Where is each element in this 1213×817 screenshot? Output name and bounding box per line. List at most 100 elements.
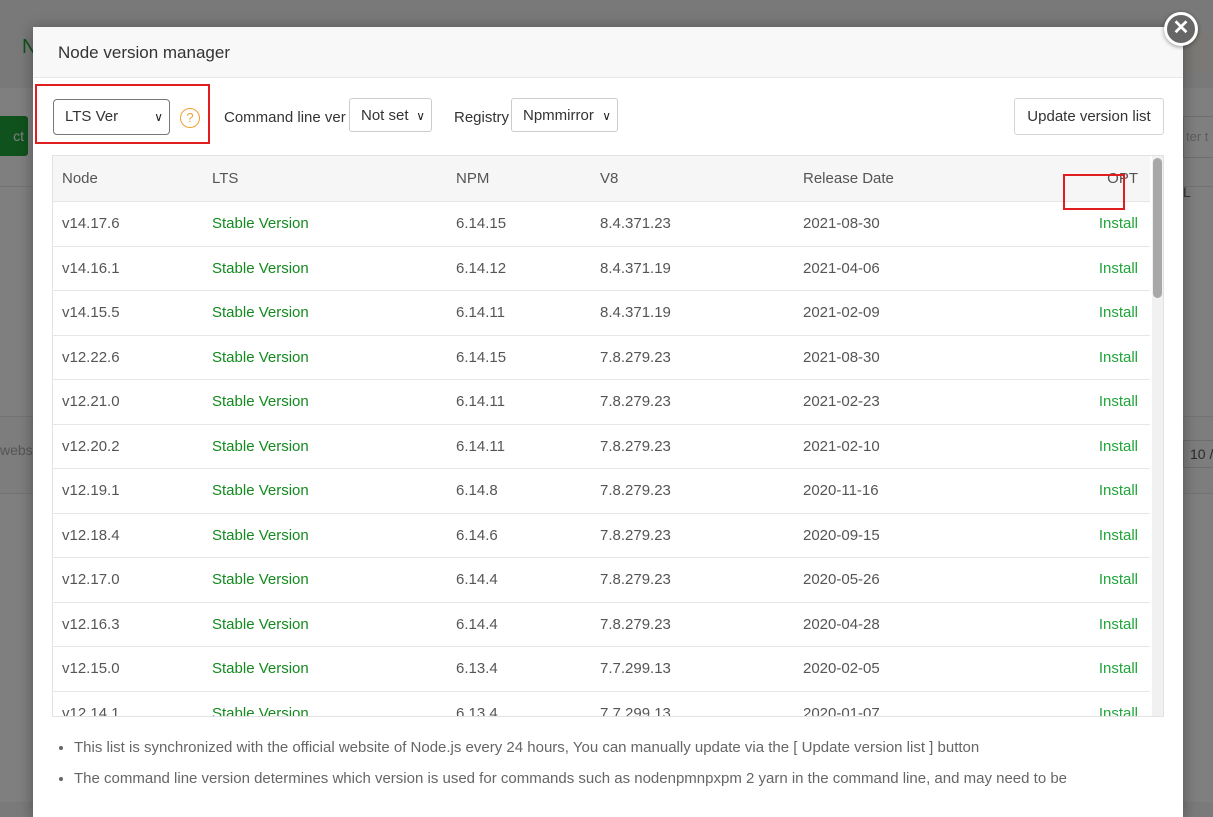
cell-node: v14.15.5 xyxy=(53,290,211,336)
cell-lts: Stable Version xyxy=(211,335,455,380)
cell-lts: Stable Version xyxy=(211,646,455,692)
node-version-manager-dialog: Node version manager LTS Ver ∨ ? Command… xyxy=(33,27,1183,817)
cell-v8: 7.8.279.23 xyxy=(599,513,802,558)
cell-lts: Stable Version xyxy=(211,379,455,425)
cell-npm: 6.14.4 xyxy=(455,602,599,647)
cell-lts: Stable Version xyxy=(211,602,455,647)
version-table: Node LTS NPM V8 Release Date OPT v14.17.… xyxy=(53,156,1150,716)
column-header-release-date: Release Date xyxy=(802,156,1094,202)
notes-list: This list is synchronized with the offic… xyxy=(58,739,1184,801)
cell-node: v12.15.0 xyxy=(53,646,211,692)
cell-node: v14.17.6 xyxy=(53,201,211,247)
cell-v8: 7.7.299.13 xyxy=(599,691,802,716)
column-header-lts: LTS xyxy=(211,156,455,202)
table-row: v14.15.5 Stable Version 6.14.11 8.4.371.19 2… xyxy=(53,290,1150,336)
help-icon[interactable]: ? xyxy=(180,108,200,128)
cell-v8: 7.8.279.23 xyxy=(599,557,802,603)
cell-date: 2020-11-16 xyxy=(802,468,1094,514)
install-link[interactable]: Install xyxy=(1094,379,1150,425)
note-item: This list is synchronized with the offic… xyxy=(74,739,1184,757)
install-link[interactable]: Install xyxy=(1094,424,1150,469)
table-row: v14.16.1 Stable Version 6.14.12 8.4.371.19 2… xyxy=(53,246,1150,291)
version-filter-select[interactable]: LTS Ver ∨ xyxy=(53,99,170,135)
cell-lts: Stable Version xyxy=(211,468,455,514)
cell-v8: 7.8.279.23 xyxy=(599,335,802,380)
table-row: v12.21.0 Stable Version 6.14.11 7.8.279.23 2… xyxy=(53,379,1150,425)
column-header-v8: V8 xyxy=(599,156,802,202)
cell-npm: 6.14.6 xyxy=(455,513,599,558)
table-row: v12.15.0 Stable Version 6.13.4 7.7.299.13 20… xyxy=(53,646,1150,692)
command-line-select[interactable]: Not set ∨ xyxy=(349,98,432,132)
install-link[interactable]: Install xyxy=(1094,646,1150,692)
install-link[interactable]: Install xyxy=(1094,557,1150,603)
cell-node: v14.16.1 xyxy=(53,246,211,291)
cell-date: 2021-02-09 xyxy=(802,290,1094,336)
cell-v8: 8.4.371.19 xyxy=(599,290,802,336)
cell-v8: 8.4.371.19 xyxy=(599,246,802,291)
install-link[interactable]: Install xyxy=(1094,513,1150,558)
cell-date: 2020-02-05 xyxy=(802,646,1094,692)
install-link[interactable]: Install xyxy=(1094,468,1150,514)
cell-date: 2021-02-23 xyxy=(802,379,1094,425)
chevron-down-icon: ∨ xyxy=(416,109,425,123)
table-row: v12.19.1 Stable Version 6.14.8 7.8.279.23 20… xyxy=(53,468,1150,514)
cell-v8: 7.8.279.23 xyxy=(599,468,802,514)
toolbar: LTS Ver ∨ ? Command line ver Not set ∨ R… xyxy=(33,77,1183,157)
cell-lts: Stable Version xyxy=(211,201,455,247)
table-row: v12.22.6 Stable Version 6.14.15 7.8.279.23 2… xyxy=(53,335,1150,380)
install-link[interactable]: Install xyxy=(1094,335,1150,380)
column-header-node: Node xyxy=(53,156,211,202)
registry-value: Npmmirror xyxy=(523,107,594,124)
table-row: v14.17.6 Stable Version 6.14.15 8.4.371.23 2… xyxy=(53,201,1150,247)
table-row: v12.16.3 Stable Version 6.14.4 7.8.279.23 20… xyxy=(53,602,1150,647)
highlight-box-install xyxy=(1063,174,1125,210)
table-row: v12.20.2 Stable Version 6.14.11 7.8.279.23 2… xyxy=(53,424,1150,469)
cell-node: v12.17.0 xyxy=(53,557,211,603)
cell-lts: Stable Version xyxy=(211,246,455,291)
cell-npm: 6.14.4 xyxy=(455,557,599,603)
scrollbar-thumb[interactable] xyxy=(1153,158,1162,298)
chevron-down-icon: ∨ xyxy=(602,109,611,123)
cell-npm: 6.14.11 xyxy=(455,379,599,425)
column-header-npm: NPM xyxy=(455,156,599,202)
cell-v8: 8.4.371.23 xyxy=(599,201,802,247)
cell-npm: 6.13.4 xyxy=(455,646,599,692)
cell-lts: Stable Version xyxy=(211,691,455,716)
cell-node: v12.18.4 xyxy=(53,513,211,558)
registry-select[interactable]: Npmmirror ∨ xyxy=(511,98,618,132)
cell-date: 2020-04-28 xyxy=(802,602,1094,647)
close-icon[interactable]: ✕ xyxy=(1164,12,1198,46)
install-link[interactable]: Install xyxy=(1094,691,1150,716)
chevron-down-icon: ∨ xyxy=(154,110,163,124)
cell-npm: 6.14.8 xyxy=(455,468,599,514)
dialog-title: Node version manager xyxy=(58,43,230,62)
cell-lts: Stable Version xyxy=(211,513,455,558)
install-link[interactable]: Install xyxy=(1094,290,1150,336)
cell-node: v12.16.3 xyxy=(53,602,211,647)
cell-date: 2021-04-06 xyxy=(802,246,1094,291)
note-item: The command line version determines whic… xyxy=(74,770,1184,788)
dialog-header: Node version manager xyxy=(33,27,1183,78)
update-version-list-button[interactable]: Update version list xyxy=(1014,98,1164,135)
cell-npm: 6.13.4 xyxy=(455,691,599,716)
cell-lts: Stable Version xyxy=(211,424,455,469)
cell-npm: 6.14.15 xyxy=(455,201,599,247)
install-link[interactable]: Install xyxy=(1094,602,1150,647)
install-link[interactable]: Install xyxy=(1094,246,1150,291)
cell-date: 2021-08-30 xyxy=(802,201,1094,247)
cell-node: v12.14.1 xyxy=(53,691,211,716)
cell-v8: 7.8.279.23 xyxy=(599,602,802,647)
version-filter-value: LTS Ver xyxy=(65,108,119,125)
table-header-row: Node LTS NPM V8 Release Date OPT xyxy=(53,156,1150,202)
cell-lts: Stable Version xyxy=(211,290,455,336)
version-table-container[interactable]: Node LTS NPM V8 Release Date OPT v14.17.… xyxy=(52,155,1164,717)
cell-date: 2021-02-10 xyxy=(802,424,1094,469)
cell-date: 2020-01-07 xyxy=(802,691,1094,716)
cell-npm: 6.14.12 xyxy=(455,246,599,291)
registry-label: Registry xyxy=(454,109,510,126)
cell-date: 2020-09-15 xyxy=(802,513,1094,558)
cell-node: v12.22.6 xyxy=(53,335,211,380)
cell-npm: 6.14.11 xyxy=(455,424,599,469)
command-line-value: Not set xyxy=(361,107,409,124)
cell-node: v12.20.2 xyxy=(53,424,211,469)
